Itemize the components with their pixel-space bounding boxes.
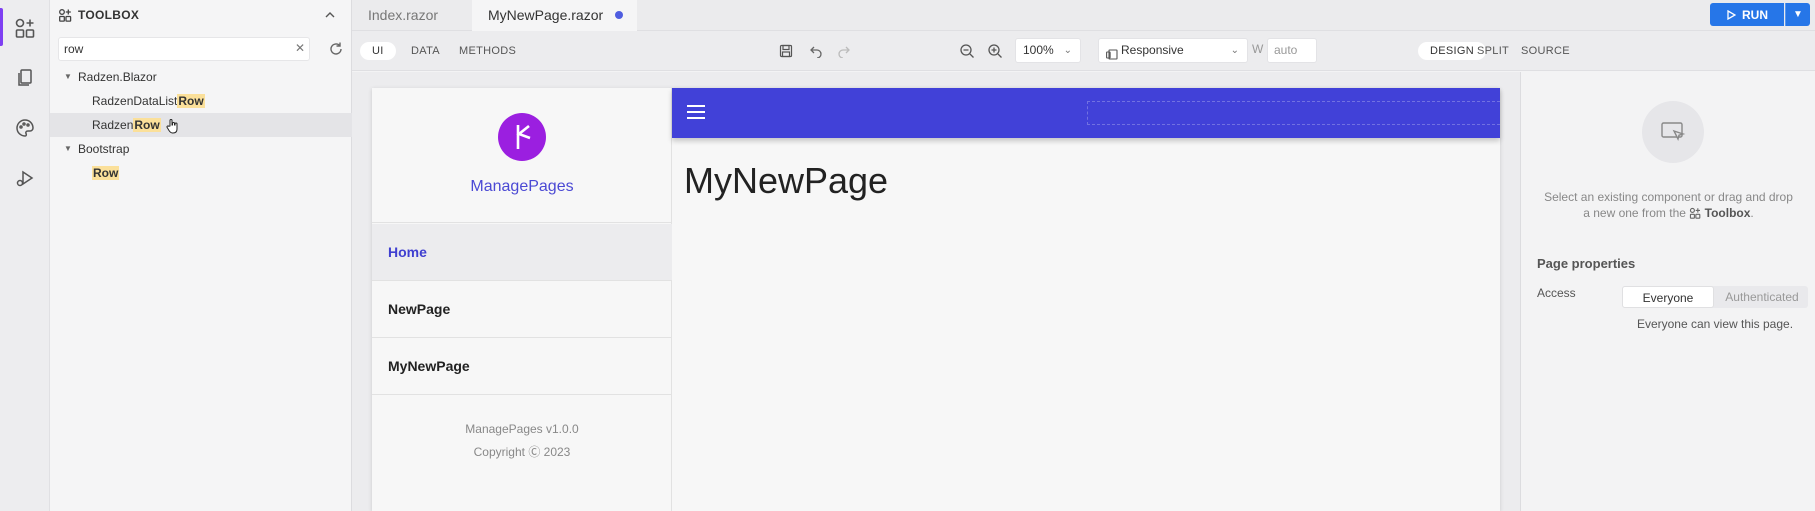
device-value: Responsive bbox=[1121, 43, 1184, 57]
match-highlight: Row bbox=[133, 118, 161, 132]
tree-group-bootstrap[interactable]: ▼ Bootstrap bbox=[50, 137, 352, 161]
item-label-prefix: RadzenDataList bbox=[92, 94, 178, 108]
mode-methods[interactable]: METHODS bbox=[459, 42, 516, 60]
file-tabs: Index.razor MyNewPage.razor RUN ▼ bbox=[352, 0, 1815, 31]
toolbox-title: TOOLBOX bbox=[78, 8, 140, 22]
unsaved-dot-icon bbox=[615, 11, 624, 19]
run-button[interactable]: RUN bbox=[1710, 3, 1784, 26]
select-component-icon bbox=[1642, 101, 1704, 163]
undo-icon[interactable] bbox=[807, 42, 825, 60]
app-logo-icon bbox=[498, 113, 546, 161]
caret-down-icon[interactable]: ▼ bbox=[64, 137, 72, 161]
mode-data[interactable]: DATA bbox=[411, 42, 440, 60]
run-label: RUN bbox=[1742, 7, 1768, 22]
properties-panel: Select an existing component or drag and… bbox=[1520, 72, 1815, 511]
refresh-icon[interactable] bbox=[328, 41, 344, 57]
hint-period: . bbox=[1750, 206, 1754, 220]
redo-icon[interactable] bbox=[835, 42, 853, 60]
item-label: Row bbox=[92, 161, 120, 185]
toolbox-panel: TOOLBOX ✕ ▼ Radzen.Blazor RadzenDataList… bbox=[50, 0, 352, 511]
page-preview[interactable]: ManagePages Home NewPage MyNewPage Manag… bbox=[372, 88, 1500, 511]
view-design[interactable]: DESIGN bbox=[1418, 42, 1486, 60]
run-options-chevron-icon[interactable]: ▼ bbox=[1785, 3, 1810, 26]
tree-item-radzendatalistrow[interactable]: RadzenDataListRow bbox=[50, 89, 352, 113]
item-label: RadzenRow bbox=[92, 113, 161, 137]
access-label: Access bbox=[1537, 286, 1576, 300]
sidebar-footer: ManagePages v1.0.0 Copyright Ⓒ 2023 bbox=[372, 418, 672, 464]
view-source[interactable]: SOURCE bbox=[1521, 42, 1570, 60]
selection-hint: Select an existing component or drag and… bbox=[1541, 189, 1796, 221]
device-select[interactable]: Responsive ⌄ bbox=[1098, 38, 1248, 63]
preview-sidebar[interactable]: ManagePages Home NewPage MyNewPage Manag… bbox=[372, 88, 672, 511]
designer-toolbar: UI DATA METHODS 100% ⌄ Responsive ⌄ W au… bbox=[352, 31, 1815, 71]
toolbox-inline-icon bbox=[1689, 206, 1701, 220]
page-properties-title: Page properties bbox=[1537, 256, 1636, 271]
footer-copyright: Copyright Ⓒ 2023 bbox=[473, 445, 571, 459]
activity-rail bbox=[0, 0, 50, 511]
zoom-select[interactable]: 100% ⌄ bbox=[1015, 38, 1081, 63]
hint-text: Select an existing component or drag and… bbox=[1544, 190, 1793, 220]
sidebar-brand: ManagePages bbox=[372, 88, 672, 223]
design-canvas: ManagePages Home NewPage MyNewPage Manag… bbox=[352, 72, 1520, 511]
zoom-value: 100% bbox=[1023, 43, 1054, 57]
access-authenticated[interactable]: Authenticated bbox=[1716, 286, 1808, 308]
footer-version: ManagePages v1.0.0 bbox=[465, 422, 579, 436]
caret-down-icon[interactable]: ▼ bbox=[64, 65, 72, 89]
save-icon[interactable] bbox=[777, 42, 795, 60]
hamburger-menu-icon[interactable] bbox=[687, 105, 705, 119]
toolbox-header-icon bbox=[59, 9, 72, 22]
width-label: W bbox=[1252, 42, 1264, 56]
access-toggle: Everyone Authenticated bbox=[1622, 286, 1808, 308]
zoom-out-icon[interactable] bbox=[958, 42, 976, 60]
preview-header[interactable] bbox=[672, 88, 1500, 138]
pages-icon[interactable] bbox=[11, 64, 39, 92]
nav-home[interactable]: Home bbox=[372, 224, 672, 281]
toolbox-search: ✕ bbox=[58, 37, 359, 61]
nav-newpage[interactable]: NewPage bbox=[372, 281, 672, 338]
responsive-device-icon bbox=[1106, 45, 1118, 68]
tree-group-radzen-blazor[interactable]: ▼ Radzen.Blazor bbox=[50, 65, 352, 89]
play-icon bbox=[1727, 9, 1736, 20]
brand-name: ManagePages bbox=[470, 178, 574, 195]
match-highlight: Row bbox=[92, 166, 120, 180]
toolbox-icon[interactable] bbox=[11, 14, 39, 42]
chevron-down-icon: ⌄ bbox=[1063, 45, 1072, 56]
tab-label: Index.razor bbox=[368, 7, 439, 23]
width-input[interactable]: auto bbox=[1267, 38, 1317, 63]
mode-ui[interactable]: UI bbox=[360, 42, 396, 60]
zoom-in-icon[interactable] bbox=[986, 42, 1004, 60]
chevron-down-icon: ⌄ bbox=[1230, 45, 1239, 56]
hint-toolbox-link[interactable]: Toolbox bbox=[1705, 206, 1751, 220]
theme-palette-icon[interactable] bbox=[11, 114, 39, 142]
access-everyone[interactable]: Everyone bbox=[1622, 286, 1714, 308]
item-label: RadzenDataListRow bbox=[92, 89, 205, 113]
nav-mynewpage[interactable]: MyNewPage bbox=[372, 338, 672, 395]
header-placeholder[interactable] bbox=[1087, 101, 1500, 125]
search-input[interactable] bbox=[64, 40, 264, 58]
run-debug-icon[interactable] bbox=[11, 164, 39, 192]
tree-item-radzenrow[interactable]: RadzenRow bbox=[50, 113, 352, 137]
active-indicator bbox=[0, 8, 3, 46]
chevron-up-icon[interactable] bbox=[323, 8, 337, 22]
group-label: Radzen.Blazor bbox=[78, 70, 157, 84]
tab-index-razor[interactable]: Index.razor bbox=[368, 0, 468, 31]
component-tree: ▼ Radzen.Blazor RadzenDataListRow Radzen… bbox=[50, 65, 352, 185]
tab-label: MyNewPage.razor bbox=[488, 7, 604, 23]
tab-mynewpage-razor[interactable]: MyNewPage.razor bbox=[472, 0, 637, 31]
access-note: Everyone can view this page. bbox=[1636, 317, 1794, 331]
group-label: Bootstrap bbox=[78, 142, 130, 156]
item-label-prefix: Radzen bbox=[92, 118, 134, 132]
tree-item-row[interactable]: Row bbox=[50, 161, 352, 185]
page-title[interactable]: MyNewPage bbox=[684, 160, 888, 202]
radzen-studio: TOOLBOX ✕ ▼ Radzen.Blazor RadzenDataList… bbox=[0, 0, 1815, 511]
view-split[interactable]: SPLIT bbox=[1477, 42, 1509, 60]
clear-search-icon[interactable]: ✕ bbox=[294, 42, 306, 54]
match-highlight: Row bbox=[177, 94, 205, 108]
toolbox-header: TOOLBOX bbox=[58, 6, 139, 24]
